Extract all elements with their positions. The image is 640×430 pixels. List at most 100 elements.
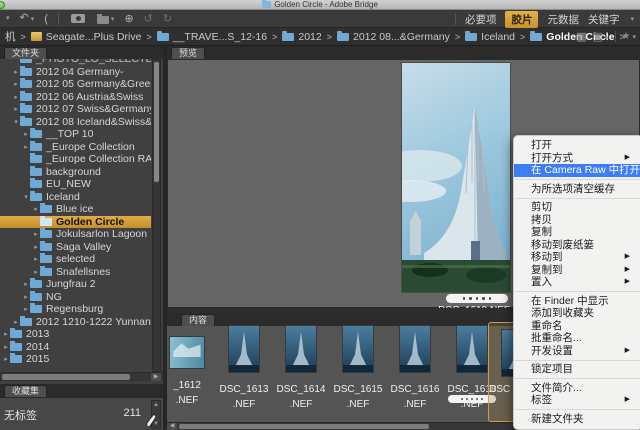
- tree-item[interactable]: background: [0, 166, 151, 179]
- tree-item[interactable]: ▸selected: [0, 253, 151, 266]
- tree-item[interactable]: ▸Jokulsarlon Lagoon: [0, 228, 151, 241]
- view-options-icon[interactable]: ▣▾: [593, 30, 609, 43]
- menu-item-label[interactable]: 标签▶: [514, 394, 640, 407]
- menu-item-reveal-in-finder[interactable]: 在 Finder 中显示: [514, 295, 640, 308]
- menu-item-copy-to[interactable]: 复制到▶: [514, 264, 640, 277]
- disclosure-triangle-icon[interactable]: ▸: [2, 343, 10, 351]
- tree-item[interactable]: ▸Snafellsnes: [0, 266, 151, 279]
- menu-item-open-with[interactable]: 打开方式▶: [514, 152, 640, 165]
- folders-vertical-scrollbar[interactable]: [152, 59, 161, 372]
- disclosure-triangle-icon[interactable]: ▸: [22, 293, 30, 301]
- menu-item-file-info[interactable]: 文件简介...: [514, 382, 640, 395]
- chevron-down-icon[interactable]: ▾: [111, 15, 115, 23]
- menu-item-new-folder[interactable]: 新建文件夹: [514, 413, 640, 426]
- tree-item[interactable]: ▸2012 04 Germany-: [0, 66, 151, 79]
- tree-item[interactable]: ▸NG: [0, 291, 151, 304]
- rating-pill[interactable]: [446, 294, 508, 303]
- traffic-light-green-icon[interactable]: [0, 1, 5, 9]
- disclosure-triangle-icon[interactable]: ▸: [2, 355, 10, 363]
- tree-item[interactable]: ▸2012 06 Austria&Swiss: [0, 91, 151, 104]
- scrollbar-thumb[interactable]: [2, 374, 130, 380]
- tree-item[interactable]: ▸2012 05 Germany&Greece-: [0, 78, 151, 91]
- workspace-tab-essentials[interactable]: 必要项: [465, 12, 497, 27]
- scrollbar-thumb[interactable]: [179, 424, 429, 429]
- breadcrumb-travels[interactable]: __TRAVE...S_12-16: [157, 31, 267, 43]
- sphere-icon[interactable]: ⊕: [124, 10, 133, 28]
- menu-item-copy[interactable]: 拷贝: [514, 214, 640, 227]
- scrollbar-arrow-icon[interactable]: ◀: [167, 423, 177, 430]
- menu-item-add-to-favorites[interactable]: 添加到收藏夹: [514, 307, 640, 320]
- disclosure-triangle-icon[interactable]: ▸: [22, 305, 30, 313]
- boomerang-icon[interactable]: ↶▾: [20, 9, 35, 29]
- disclosure-triangle-icon[interactable]: ▾: [22, 193, 30, 201]
- disclosure-triangle-icon[interactable]: ▸: [22, 280, 30, 288]
- tree-item[interactable]: ▸2015: [0, 353, 151, 366]
- disclosure-triangle-icon[interactable]: ▸: [32, 268, 40, 276]
- camera-import-icon[interactable]: [71, 14, 85, 23]
- workspace-tab-filmstrip[interactable]: 胶片: [505, 11, 538, 28]
- thumbnail-grid-icon[interactable]: ▦: [576, 30, 586, 43]
- tree-item[interactable]: EU_NEW: [0, 178, 151, 191]
- menu-item-develop-settings[interactable]: 开发设置▶: [514, 345, 640, 358]
- rotate-left-icon[interactable]: ↺: [144, 10, 153, 28]
- menu-item-cut[interactable]: 剪切: [514, 201, 640, 214]
- menu-item-place[interactable]: 置入▶: [514, 276, 640, 289]
- breadcrumb-2012[interactable]: 2012: [282, 31, 321, 43]
- tree-item[interactable]: ▸2014: [0, 341, 151, 354]
- menu-item-lock-item[interactable]: 锁定项目: [514, 363, 640, 376]
- menu-item-move-to-trash[interactable]: 移动到废纸篓: [514, 239, 640, 252]
- thumbnail-dsc1615[interactable]: DSC_1615.NEF: [328, 326, 388, 412]
- menu-item-move-to[interactable]: 移动到▶: [514, 251, 640, 264]
- disclosure-triangle-icon[interactable]: ▾: [12, 118, 20, 126]
- tree-item[interactable]: ▸Blue ice: [0, 203, 151, 216]
- tab-collections[interactable]: 收藏集: [4, 385, 47, 397]
- breadcrumb-2012-08[interactable]: 2012 08...&Germany: [337, 31, 450, 43]
- breadcrumb-computer[interactable]: 机: [5, 29, 16, 44]
- menu-item-open-in-camera-raw[interactable]: 在 Camera Raw 中打开...: [514, 164, 640, 177]
- menu-item-purge-cache[interactable]: 为所选项清空缓存: [514, 183, 640, 196]
- scrollbar-thumb[interactable]: [154, 62, 159, 182]
- menu-item-duplicate[interactable]: 复制: [514, 226, 640, 239]
- workspace-tab-metadata[interactable]: 元数据: [547, 12, 579, 27]
- tree-item[interactable]: ▾2012 08 Iceland&Swiss&German: [0, 116, 151, 129]
- star-filter-icon[interactable]: ★▾: [622, 31, 636, 42]
- disclosure-triangle-icon[interactable]: ▸: [32, 230, 40, 238]
- filter-no-label-row[interactable]: 无标签 211: [0, 398, 163, 423]
- disclosure-triangle-icon[interactable]: ▸: [2, 330, 10, 338]
- disclosure-triangle-icon[interactable]: ▸: [12, 68, 20, 76]
- tab-content[interactable]: 内容: [181, 314, 215, 326]
- tree-item[interactable]: ▸2013: [0, 328, 151, 341]
- disclosure-triangle-icon[interactable]: ▸: [22, 130, 30, 138]
- tree-item[interactable]: ▸__TOP 10: [0, 128, 151, 141]
- tree-item[interactable]: ▸Saga Valley: [0, 241, 151, 254]
- thumbnail-dsc1613[interactable]: DSC_1613.NEF: [214, 326, 274, 412]
- tree-item[interactable]: _Europe Collection RAW: [0, 153, 151, 166]
- folder-menu-icon[interactable]: [97, 16, 109, 24]
- tree-item[interactable]: ▸2012 1210-1222 Yunnan: [0, 316, 151, 329]
- disclosure-triangle-icon[interactable]: ▸: [12, 80, 20, 88]
- tree-item[interactable]: ▸2012 07 Swiss&Germany&Norwa: [0, 103, 151, 116]
- menu-item-batch-rename[interactable]: 批重命名...: [514, 332, 640, 345]
- thumbnail-dsc1614[interactable]: DSC_1614.NEF: [271, 326, 331, 412]
- scrollbar-up-icon[interactable]: ▲: [152, 401, 160, 409]
- folders-horizontal-scrollbar[interactable]: ▶: [0, 372, 163, 381]
- thumbnail-dsc1616[interactable]: DSC_1616.NEF: [385, 326, 445, 412]
- tab-preview[interactable]: 预览: [171, 47, 205, 59]
- tab-folders[interactable]: 文件夹: [4, 47, 47, 59]
- rotate-right-icon[interactable]: ↻: [163, 10, 172, 28]
- scrollbar-arrow-icon[interactable]: ▶: [151, 373, 161, 381]
- disclosure-triangle-icon[interactable]: ▸: [32, 243, 40, 251]
- breadcrumb-iceland[interactable]: Iceland: [465, 31, 515, 43]
- tree-item-selected[interactable]: Golden Circle: [0, 216, 151, 229]
- tree-item[interactable]: ▾Iceland: [0, 191, 151, 204]
- tree-item[interactable]: ▸_Europe Collection: [0, 141, 151, 154]
- tree-item[interactable]: ▸Regensburg: [0, 303, 151, 316]
- tree-item[interactable]: ▸Jungfrau 2: [0, 278, 151, 291]
- menu-item-open[interactable]: 打开: [514, 139, 640, 152]
- disclosure-triangle-icon[interactable]: ▸: [12, 105, 20, 113]
- disclosure-triangle-icon[interactable]: ▸: [12, 93, 20, 101]
- menu-item-rename[interactable]: 重命名: [514, 320, 640, 333]
- disclosure-triangle-icon[interactable]: ▸: [32, 255, 40, 263]
- disclosure-triangle-icon[interactable]: ▸: [22, 143, 30, 151]
- thumbnail-dsc1612[interactable]: _1612.NEF: [161, 326, 213, 408]
